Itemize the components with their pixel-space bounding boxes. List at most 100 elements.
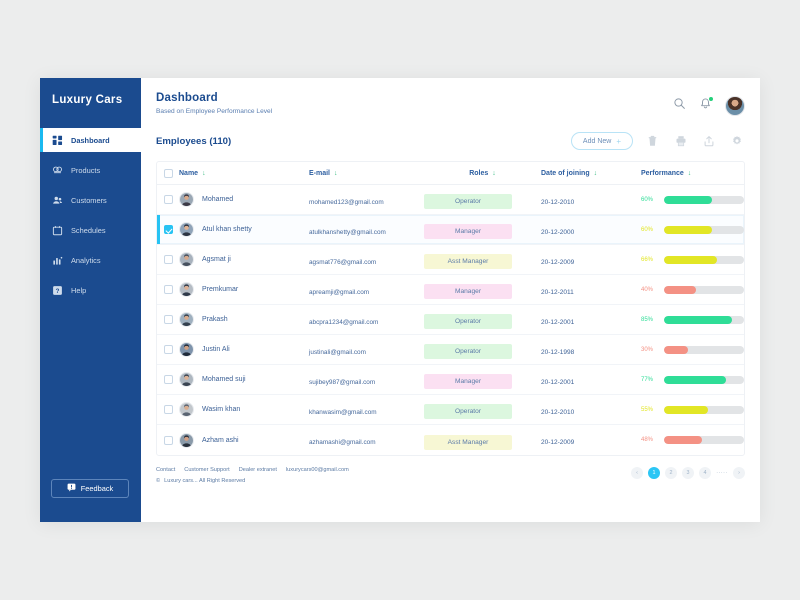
column-header-email[interactable]: E-mail ↓ [309, 170, 424, 177]
table-row[interactable]: Agsmat ji agsmat776@gmail.com Asst Manager… [157, 245, 744, 275]
upload-icon[interactable] [700, 133, 717, 150]
table-row[interactable]: Mohamed mohamed123@gmail.com Operator 20-12… [157, 185, 744, 215]
employee-email-cell: apreamji@gmail.com [309, 281, 424, 299]
employee-performance-cell: 48% [641, 436, 744, 444]
row-checkbox[interactable] [163, 225, 173, 234]
row-checkbox[interactable] [163, 255, 173, 264]
search-icon[interactable] [673, 97, 686, 115]
avatar[interactable] [725, 96, 745, 116]
employee-role-cell: Manager [424, 220, 541, 239]
employee-date-cell: 20-12-2001 [541, 311, 641, 329]
employee-email: atulkhanshetty@gmail.com [309, 228, 386, 236]
date-of-joining: 20-12-2009 [541, 439, 575, 446]
sidebar-item-schedules[interactable]: Schedules [40, 218, 141, 242]
employee-name-cell: Wasim khan [179, 402, 309, 417]
brand-logo: Luxury Cars [52, 94, 123, 106]
add-new-button[interactable]: Add New + [570, 132, 633, 150]
date-of-joining: 20-12-2009 [541, 258, 575, 266]
employee-role-cell: Manager [424, 370, 541, 389]
column-header-roles[interactable]: Roles ↓ [424, 170, 541, 177]
employee-avatar [179, 282, 194, 297]
main-content: Dashboard Based on Employee Performance … [141, 78, 760, 522]
performance-bar [664, 405, 744, 414]
sidebar-item-products[interactable]: Products [40, 158, 141, 182]
employee-performance-cell: 55% [641, 405, 744, 414]
footer-link[interactable]: Contact [156, 467, 175, 473]
performance-bar [664, 345, 744, 354]
trash-icon[interactable] [644, 133, 661, 150]
performance-bar [664, 375, 744, 384]
row-checkbox[interactable] [163, 315, 173, 324]
bell-icon[interactable] [699, 95, 714, 116]
performance-percent: 30% [641, 346, 654, 353]
sidebar-item-label: Analytics [71, 255, 101, 265]
gear-icon[interactable] [728, 133, 745, 150]
performance-percent: 40% [641, 286, 654, 293]
products-icon [52, 165, 63, 176]
pagination-page-2[interactable]: 2 [665, 467, 677, 479]
sidebar-item-customers[interactable]: Customers [40, 188, 141, 212]
row-checkbox[interactable] [163, 345, 173, 354]
pagination-prev[interactable]: ‹ [631, 467, 643, 479]
footer-link[interactable]: Customer Support [184, 467, 229, 473]
row-checkbox[interactable] [163, 195, 173, 204]
table-row[interactable]: Premkumar apreamji@gmail.com Manager 20-12-… [157, 275, 744, 305]
employee-avatar [179, 312, 194, 327]
print-icon[interactable] [672, 133, 689, 150]
column-header-name[interactable]: Name ↓ [179, 170, 309, 177]
employee-performance-cell: 60% [641, 225, 744, 234]
pagination-next[interactable]: › [733, 467, 745, 479]
table-row[interactable]: Atul khan shetty atulkhanshetty@gmail.com… [157, 215, 744, 245]
column-label: Name [179, 169, 199, 177]
employee-date-cell: 20-12-1998 [541, 341, 641, 359]
employee-email-cell: atulkhanshetty@gmail.com [309, 221, 424, 239]
column-header-date-of-joining[interactable]: Date of joining ↓ [541, 170, 641, 177]
row-checkbox[interactable] [163, 375, 173, 384]
table-row[interactable]: Wasim khan khanwasim@gmail.com Operator 20-… [157, 395, 744, 425]
employee-email: abcpra1234@gmail.com [309, 318, 379, 326]
sidebar: Luxury Cars Dashboard Products Customers Sc… [40, 78, 141, 522]
feedback-button[interactable]: Feedback [51, 479, 129, 498]
table-row[interactable]: Prakash abcpra1234@gmail.com Operator 20-12… [157, 305, 744, 335]
table-row[interactable]: Justin Ali justinali@gmail.com Operator 20-… [157, 335, 744, 365]
employee-name: Mohamed suji [202, 376, 246, 383]
sidebar-item-dashboard[interactable]: Dashboard [40, 128, 141, 152]
footer-link[interactable]: Dealer extranet [239, 467, 277, 473]
sidebar-item-help[interactable]: ? Help [40, 278, 141, 302]
employee-email-cell: mohamed123@gmail.com [309, 191, 424, 209]
feedback-alert-icon [67, 483, 76, 494]
employee-name-cell: Azham ashi [179, 432, 309, 448]
employee-avatar [179, 342, 194, 357]
pagination-page-4[interactable]: 4 [699, 467, 711, 479]
pagination-page-3[interactable]: 3 [682, 467, 694, 479]
table-row[interactable]: Azham ashi azhamashi@gmail.com Asst Manage… [157, 425, 744, 455]
employees-table: Name ↓ E-mail ↓ Roles ↓ Date of joining … [156, 161, 745, 456]
row-checkbox[interactable] [163, 435, 173, 445]
performance-percent: 77% [641, 376, 654, 383]
performance-bar [664, 285, 744, 294]
sidebar-nav: Dashboard Products Customers Schedules Analy… [40, 128, 141, 308]
employee-date-cell: 20-12-2010 [541, 401, 641, 419]
table-row[interactable]: Mohamed suji sujibey987@gmail.com Manager 2… [157, 365, 744, 395]
employee-date-cell: 20-12-2000 [541, 221, 641, 239]
employee-performance-cell: 77% [641, 375, 744, 384]
table-body: Mohamed mohamed123@gmail.com Operator 20-12… [157, 185, 744, 455]
row-checkbox-cell [157, 405, 179, 414]
row-checkbox[interactable] [163, 285, 173, 294]
employee-email-cell: azhamashi@gmail.com [309, 431, 424, 449]
role-badge: Operator [424, 344, 512, 359]
employee-avatar [179, 222, 194, 237]
performance-bar [664, 195, 744, 204]
footer-link[interactable]: luxurycars00@gmail.com [286, 467, 349, 473]
page-subtitle: Based on Employee Performance Level [156, 108, 273, 115]
column-header-performance[interactable]: Performance ↓ [641, 170, 744, 177]
row-checkbox[interactable] [163, 405, 173, 414]
employee-email: justinali@gmail.com [309, 348, 366, 356]
employee-name-cell: Mohamed suji [179, 372, 309, 387]
sidebar-item-analytics[interactable]: Analytics [40, 248, 141, 272]
table-header-row: Name ↓ E-mail ↓ Roles ↓ Date of joining … [157, 162, 744, 185]
role-badge: Asst Manager [424, 254, 512, 269]
footer-copyright: © Luxury cars... All Right Reserved [156, 478, 349, 484]
select-all-checkbox[interactable] [163, 168, 173, 178]
pagination-page-1[interactable]: 1 [648, 467, 660, 479]
